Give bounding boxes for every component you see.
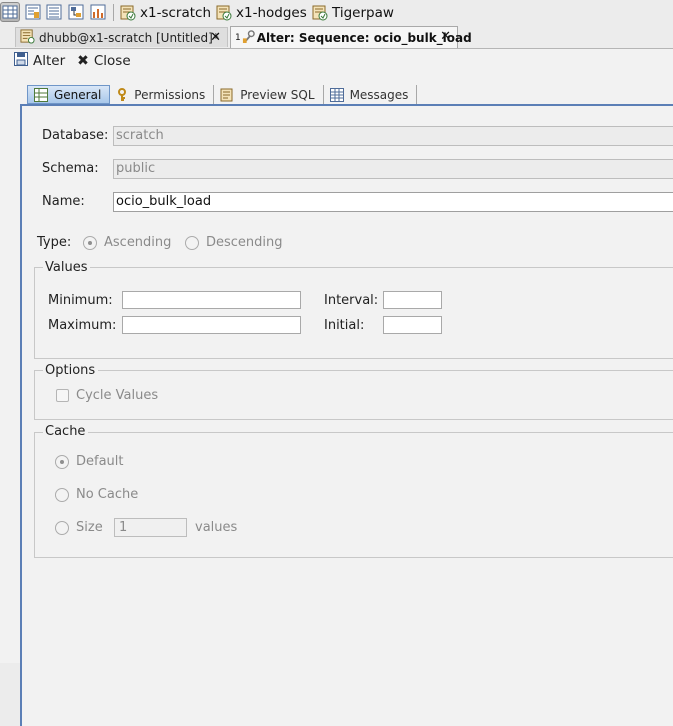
cache-size-radio[interactable]: Size bbox=[55, 520, 103, 535]
tab-label: General bbox=[54, 87, 102, 102]
cache-size-input: 1 bbox=[114, 518, 187, 537]
connection-label: Tigerpaw bbox=[332, 4, 394, 21]
document-tab-bar: dhubb@x1-scratch [Untitled]* ✕ 1 Alter: … bbox=[0, 26, 673, 49]
save-icon bbox=[14, 52, 28, 70]
database-label: Database: bbox=[42, 128, 109, 143]
tab-number: 1 bbox=[235, 32, 241, 43]
close-button[interactable]: ✖ Close bbox=[77, 53, 131, 69]
values-group bbox=[34, 267, 673, 359]
tab-preview-sql[interactable]: Preview SQL bbox=[214, 85, 324, 104]
radio-indicator bbox=[55, 454, 69, 469]
radio-indicator bbox=[55, 520, 69, 535]
main-toolbar: x1-scratch x1-hodges Tigerpaw bbox=[0, 0, 673, 25]
database-connection-icon bbox=[120, 5, 136, 21]
editor-actions: Alter ✖ Close bbox=[14, 52, 143, 70]
descending-label: Descending bbox=[206, 235, 283, 250]
close-label: Close bbox=[93, 53, 131, 69]
alter-button[interactable]: Alter bbox=[14, 52, 65, 70]
wrench-icon bbox=[242, 29, 255, 47]
radio-indicator bbox=[185, 235, 199, 250]
tab-label: Permissions bbox=[134, 87, 206, 102]
tab-messages[interactable]: Messages bbox=[324, 85, 418, 104]
cache-none-radio[interactable]: No Cache bbox=[55, 487, 138, 502]
radio-indicator bbox=[83, 235, 97, 250]
interval-label: Interval: bbox=[324, 293, 379, 308]
options-title: Options bbox=[43, 363, 99, 378]
minimum-label: Minimum: bbox=[48, 293, 113, 308]
database-connection-icon bbox=[216, 5, 232, 21]
schema-label: Schema: bbox=[42, 161, 99, 176]
connection-x1-scratch[interactable]: x1-scratch bbox=[120, 4, 211, 21]
default-label: Default bbox=[76, 454, 124, 469]
editor-subtabs: General Permissions Preview SQL Messages bbox=[27, 85, 418, 106]
connection-x1-hodges[interactable]: x1-hodges bbox=[216, 4, 307, 21]
database-connection-icon bbox=[312, 5, 328, 21]
tab-permissions[interactable]: Permissions bbox=[110, 85, 215, 104]
tab-alter-sequence[interactable]: 1 Alter: Sequence: ocio_bulk_load ✕ bbox=[230, 26, 472, 48]
database-field: scratch bbox=[113, 126, 673, 146]
alter-label: Alter bbox=[33, 53, 66, 69]
radio-indicator bbox=[55, 487, 69, 502]
sql-worksheet-icon bbox=[20, 28, 35, 47]
initial-input[interactable] bbox=[383, 316, 442, 334]
list-icon[interactable] bbox=[46, 4, 62, 20]
key-icon bbox=[116, 87, 128, 102]
chart-icon[interactable] bbox=[90, 4, 106, 20]
close-icon[interactable]: ✕ bbox=[210, 30, 221, 45]
maximum-label: Maximum: bbox=[48, 318, 117, 333]
descending-radio[interactable]: Descending bbox=[185, 235, 283, 250]
schema-field: public bbox=[113, 159, 673, 179]
type-label: Type: bbox=[37, 235, 72, 250]
connection-label: x1-scratch bbox=[140, 4, 212, 21]
connection-label: x1-hodges bbox=[236, 4, 307, 21]
ascending-label: Ascending bbox=[104, 235, 172, 250]
tab-general[interactable]: General bbox=[27, 85, 111, 104]
values-title: Values bbox=[43, 260, 91, 275]
interval-input[interactable] bbox=[383, 291, 442, 309]
grid-icon[interactable] bbox=[0, 2, 20, 22]
cache-default-radio[interactable]: Default bbox=[55, 454, 124, 469]
tab-label: dhubb@x1-scratch [Untitled]* bbox=[39, 30, 219, 45]
preview-sql-icon bbox=[220, 88, 234, 102]
close-icon[interactable]: ✕ bbox=[440, 29, 451, 44]
diagram-icon[interactable] bbox=[68, 4, 84, 20]
maximum-input[interactable] bbox=[122, 316, 301, 334]
tab-label: Messages bbox=[349, 87, 409, 102]
tab-sql-worksheet[interactable]: dhubb@x1-scratch [Untitled]* ✕ bbox=[15, 27, 228, 47]
ascending-radio[interactable]: Ascending bbox=[83, 235, 171, 250]
initial-label: Initial: bbox=[324, 318, 365, 333]
tab-label: Preview SQL bbox=[240, 87, 315, 102]
messages-icon bbox=[329, 87, 344, 102]
sequence-editor: Alter ✖ Close General Permissions Previe… bbox=[0, 49, 673, 726]
close-icon: ✖ bbox=[77, 53, 89, 69]
general-icon bbox=[34, 87, 48, 102]
size-label: Size bbox=[76, 520, 103, 535]
general-panel: Database: scratch Schema: public Name: o… bbox=[20, 104, 673, 726]
checkbox-indicator bbox=[56, 389, 69, 402]
cycle-values-checkbox[interactable]: Cycle Values bbox=[56, 388, 158, 403]
minimum-input[interactable] bbox=[122, 291, 301, 309]
connection-tigerpaw[interactable]: Tigerpaw bbox=[312, 4, 394, 21]
cycle-values-label: Cycle Values bbox=[76, 388, 159, 403]
no-cache-label: No Cache bbox=[76, 487, 139, 502]
name-label: Name: bbox=[42, 194, 85, 209]
toolbar-separator bbox=[113, 4, 114, 21]
name-field[interactable]: ocio_bulk_load bbox=[113, 192, 673, 212]
table-properties-icon[interactable] bbox=[25, 4, 41, 20]
cache-title: Cache bbox=[43, 424, 89, 439]
values-suffix: values bbox=[195, 520, 238, 535]
